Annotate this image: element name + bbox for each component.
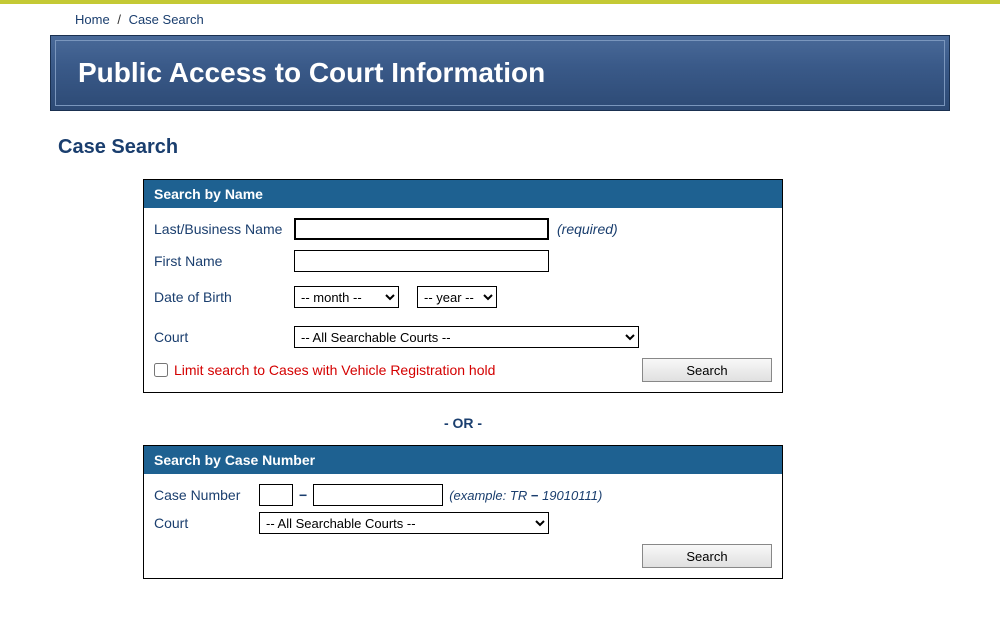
court-select-case[interactable]: -- All Searchable Courts -- — [259, 512, 549, 534]
required-text: (required) — [557, 221, 618, 237]
banner-title: Public Access to Court Information — [78, 57, 922, 89]
dob-label: Date of Birth — [154, 289, 294, 305]
breadcrumb: Home / Case Search — [0, 4, 1000, 35]
or-divider: - OR - — [143, 403, 783, 445]
case-number-row: Case Number − (example: TR − 19010111) — [154, 484, 772, 506]
search-by-case-panel: Search by Case Number Case Number − (exa… — [143, 445, 783, 579]
court-label-case: Court — [154, 515, 259, 531]
dob-year-select[interactable]: -- year -- — [417, 286, 497, 308]
content-area: Case Search Search by Name Last/Business… — [0, 136, 1000, 579]
court-row-case: Court -- All Searchable Courts -- — [154, 512, 772, 534]
case-dash-separator: − — [299, 487, 307, 503]
breadcrumb-separator: / — [117, 12, 121, 27]
search-by-name-panel: Search by Name Last/Business Name (requi… — [143, 179, 783, 393]
name-bottom-row: Limit search to Cases with Vehicle Regis… — [154, 358, 772, 382]
last-name-row: Last/Business Name (required) — [154, 218, 772, 240]
court-select-name[interactable]: -- All Searchable Courts -- — [294, 326, 639, 348]
search-by-name-header: Search by Name — [144, 180, 782, 208]
banner: Public Access to Court Information — [50, 35, 950, 111]
first-name-label: First Name — [154, 253, 294, 269]
first-name-input[interactable] — [294, 250, 549, 272]
dob-month-select[interactable]: -- month -- — [294, 286, 399, 308]
search-by-case-button[interactable]: Search — [642, 544, 772, 568]
last-name-label: Last/Business Name — [154, 221, 294, 237]
first-name-row: First Name — [154, 250, 772, 272]
case-number-label: Case Number — [154, 487, 259, 503]
banner-inner: Public Access to Court Information — [55, 40, 945, 106]
case-example-text: (example: TR − 19010111) — [449, 488, 602, 503]
last-name-input[interactable] — [294, 218, 549, 240]
court-label-name: Court — [154, 329, 294, 345]
breadcrumb-current: Case Search — [129, 12, 204, 27]
dob-row: Date of Birth -- month -- -- year -- — [154, 286, 772, 308]
case-button-row: Search — [154, 544, 772, 568]
search-by-name-button[interactable]: Search — [642, 358, 772, 382]
case-prefix-input[interactable] — [259, 484, 293, 506]
court-row-name: Court -- All Searchable Courts -- — [154, 326, 772, 348]
breadcrumb-home-link[interactable]: Home — [75, 12, 110, 27]
search-by-name-body: Last/Business Name (required) First Name… — [144, 208, 782, 392]
limit-search-checkbox[interactable] — [154, 363, 168, 377]
search-by-case-body: Case Number − (example: TR − 19010111) C… — [144, 474, 782, 578]
page-title: Case Search — [58, 136, 1000, 159]
limit-search-wrap[interactable]: Limit search to Cases with Vehicle Regis… — [154, 362, 495, 378]
limit-search-label: Limit search to Cases with Vehicle Regis… — [174, 362, 495, 378]
search-by-case-header: Search by Case Number — [144, 446, 782, 474]
case-number-input[interactable] — [313, 484, 443, 506]
